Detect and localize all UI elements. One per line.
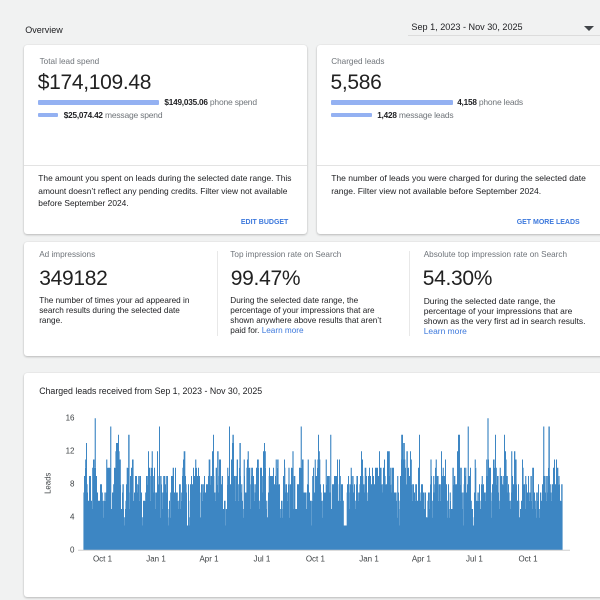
svg-text:0: 0: [70, 546, 75, 555]
svg-text:Jan 1: Jan 1: [359, 555, 379, 564]
svg-text:Apr 1: Apr 1: [199, 555, 219, 564]
svg-text:8: 8: [70, 480, 75, 489]
svg-text:Jan 1: Jan 1: [146, 555, 166, 564]
svg-text:4: 4: [70, 513, 75, 522]
svg-text:12: 12: [66, 447, 75, 456]
svg-text:Jul 1: Jul 1: [253, 555, 270, 564]
svg-text:Apr 1: Apr 1: [412, 555, 432, 564]
svg-text:Leads: Leads: [43, 473, 52, 494]
svg-text:Oct 1: Oct 1: [93, 555, 113, 564]
svg-text:16: 16: [66, 414, 75, 423]
svg-text:Oct 1: Oct 1: [518, 555, 538, 564]
svg-text:Oct 1: Oct 1: [306, 555, 326, 564]
svg-text:Jul 1: Jul 1: [466, 555, 483, 564]
